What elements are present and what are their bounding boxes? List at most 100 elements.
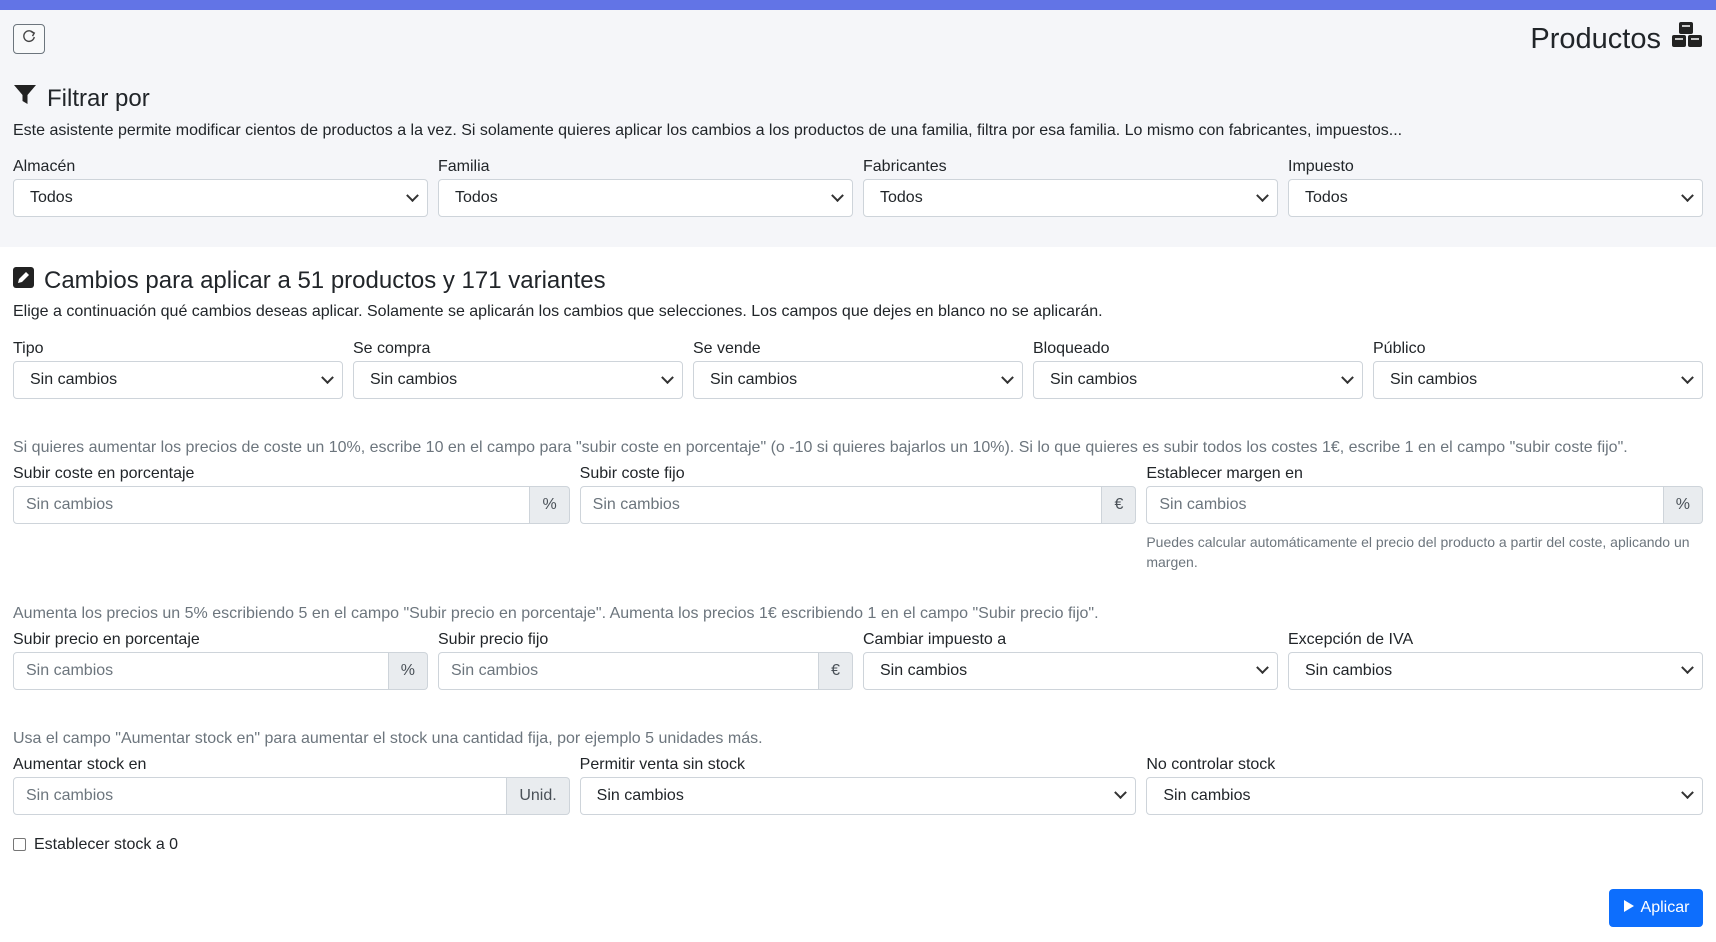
- margin-help: Puedes calcular automáticamente el preci…: [1146, 534, 1690, 571]
- select-value: Sin cambios: [596, 786, 684, 804]
- se-vende-select[interactable]: Sin cambios: [693, 361, 1023, 399]
- cost-hint: Si quieres aumentar los precios de coste…: [13, 439, 1628, 456]
- vat-exception-label: Excepción de IVA: [1288, 630, 1414, 648]
- chevron-down-icon: [661, 370, 674, 384]
- bloqueado-field: Bloqueado Sin cambios: [1033, 340, 1363, 399]
- se-compra-select[interactable]: Sin cambios: [353, 361, 683, 399]
- se-vende-label: Se vende: [693, 340, 761, 357]
- changes-section: Cambios para aplicar a 51 productos y 17…: [0, 247, 1716, 854]
- margin-label: Establecer margen en: [1146, 465, 1303, 482]
- chevron-down-icon: [1681, 370, 1694, 384]
- euro-addon: €: [1102, 486, 1137, 524]
- select-value: Todos: [880, 189, 923, 206]
- chevron-down-icon: [406, 188, 419, 202]
- price-pct-group: Sin cambios %: [13, 651, 428, 690]
- filter-icon: [13, 84, 37, 113]
- filter-impuesto: Impuesto Todos: [1288, 158, 1703, 217]
- stock-add-field: Aumentar stock en Sin cambios Unid.: [13, 756, 570, 815]
- price-fixed-input[interactable]: Sin cambios: [438, 651, 820, 690]
- tax-label: Cambiar impuesto a: [863, 630, 1007, 648]
- price-fixed-field: Subir precio fijo Sin cambios €: [438, 631, 853, 690]
- filter-almacen: Almacén Todos: [13, 158, 428, 217]
- margin-group: Sin cambios %: [1146, 486, 1704, 524]
- percent-addon: %: [1663, 486, 1704, 524]
- select-value: Todos: [455, 189, 498, 206]
- cost-fixed-field: Subir coste fijo Sin cambios €: [579, 465, 1137, 573]
- filter-fabricantes: Fabricantes Todos: [863, 158, 1278, 217]
- filter-fabricantes-select[interactable]: Todos: [863, 179, 1278, 217]
- vat-exception-select[interactable]: Sin cambios: [1288, 651, 1703, 690]
- no-control-field: No controlar stock Sin cambios: [1146, 755, 1704, 815]
- percent-addon: %: [530, 486, 570, 524]
- tax-select[interactable]: Sin cambios: [863, 651, 1278, 690]
- changes-row1: Tipo Sin cambios Se compra Sin cambios S…: [13, 340, 1703, 399]
- tax-field: Cambiar impuesto a Sin cambios: [863, 631, 1278, 690]
- select-value: Sin cambios: [1050, 371, 1138, 388]
- chevron-down-icon: [1681, 786, 1694, 800]
- stock-zero-checkbox[interactable]: [13, 838, 26, 852]
- euro-addon: €: [819, 651, 853, 690]
- cost-row: Subir coste en porcentaje Sin cambios % …: [13, 465, 1704, 573]
- filter-impuesto-label: Impuesto: [1288, 158, 1354, 175]
- apply-button[interactable]: Aplicar: [1609, 889, 1703, 927]
- se-compra-label: Se compra: [353, 340, 431, 357]
- changes-title: Cambios para aplicar a 51 productos y 17…: [13, 267, 1703, 295]
- play-icon: [1623, 899, 1635, 918]
- select-value: Sin cambios: [880, 661, 968, 679]
- price-fixed-group: Sin cambios €: [438, 651, 853, 690]
- chevron-down-icon: [1341, 370, 1354, 384]
- cost-pct-input[interactable]: Sin cambios: [13, 486, 531, 524]
- refresh-icon: [22, 30, 36, 48]
- filter-familia: Familia Todos: [438, 158, 853, 217]
- filter-section: Productos Filtrar por Este asistente per…: [0, 10, 1716, 247]
- tipo-field: Tipo Sin cambios: [13, 340, 343, 399]
- chevron-down-icon: [831, 188, 844, 202]
- select-value: Sin cambios: [370, 371, 458, 388]
- top-accent-bar: [0, 0, 1716, 10]
- page-title: Productos: [1530, 21, 1703, 57]
- bloqueado-select[interactable]: Sin cambios: [1033, 361, 1363, 399]
- chevron-down-icon: [1114, 786, 1128, 800]
- tipo-select[interactable]: Sin cambios: [13, 361, 343, 399]
- filter-fabricantes-label: Fabricantes: [863, 158, 947, 175]
- chevron-down-icon: [1681, 661, 1694, 675]
- filter-impuesto-select[interactable]: Todos: [1288, 179, 1703, 217]
- publico-field: Público Sin cambios: [1373, 340, 1703, 399]
- select-value: Sin cambios: [1305, 661, 1393, 679]
- stock-zero-label: Establecer stock a 0: [34, 835, 179, 853]
- select-value: Todos: [30, 189, 73, 206]
- stock-add-input[interactable]: Sin cambios: [13, 776, 508, 815]
- changes-description: Elige a continuación qué cambios deseas …: [13, 303, 1103, 320]
- filter-familia-select[interactable]: Todos: [438, 179, 853, 217]
- units-addon: Unid.: [507, 776, 570, 815]
- price-pct-input[interactable]: Sin cambios: [13, 651, 389, 690]
- stock-add-group: Sin cambios Unid.: [13, 776, 570, 815]
- edit-icon: [13, 267, 34, 295]
- cost-pct-label: Subir coste en porcentaje: [13, 465, 195, 482]
- tipo-label: Tipo: [13, 340, 44, 357]
- no-control-select[interactable]: Sin cambios: [1146, 776, 1704, 815]
- header-row: Productos: [13, 21, 1703, 57]
- vat-exception-field: Excepción de IVA Sin cambios: [1288, 631, 1703, 690]
- reload-button[interactable]: [13, 24, 45, 54]
- cost-pct-field: Subir coste en porcentaje Sin cambios %: [13, 465, 570, 573]
- chevron-down-icon: [1256, 188, 1269, 202]
- allow-nostock-select[interactable]: Sin cambios: [579, 776, 1137, 815]
- cubes-icon: [1671, 21, 1703, 57]
- apply-label: Aplicar: [1640, 899, 1690, 916]
- select-value: Sin cambios: [30, 371, 118, 388]
- filter-fields: Almacén Todos Familia Todos Fabricantes …: [13, 158, 1703, 217]
- filter-almacen-select[interactable]: Todos: [13, 179, 428, 217]
- stock-row: Aumentar stock en Sin cambios Unid. Perm…: [13, 755, 1704, 815]
- chevron-down-icon: [1001, 370, 1014, 384]
- price-fixed-label: Subir precio fijo: [438, 630, 549, 648]
- no-control-label: No controlar stock: [1146, 755, 1276, 773]
- cost-fixed-input[interactable]: Sin cambios: [579, 486, 1103, 524]
- price-hint: Aumenta los precios un 5% escribiendo 5 …: [13, 604, 1099, 622]
- bloqueado-label: Bloqueado: [1033, 340, 1110, 357]
- margin-input[interactable]: Sin cambios: [1146, 486, 1664, 524]
- publico-select[interactable]: Sin cambios: [1373, 361, 1703, 399]
- chevron-down-icon: [1256, 661, 1269, 675]
- stock-hint: Usa el campo "Aumentar stock en" para au…: [13, 729, 763, 747]
- chevron-down-icon: [321, 370, 334, 384]
